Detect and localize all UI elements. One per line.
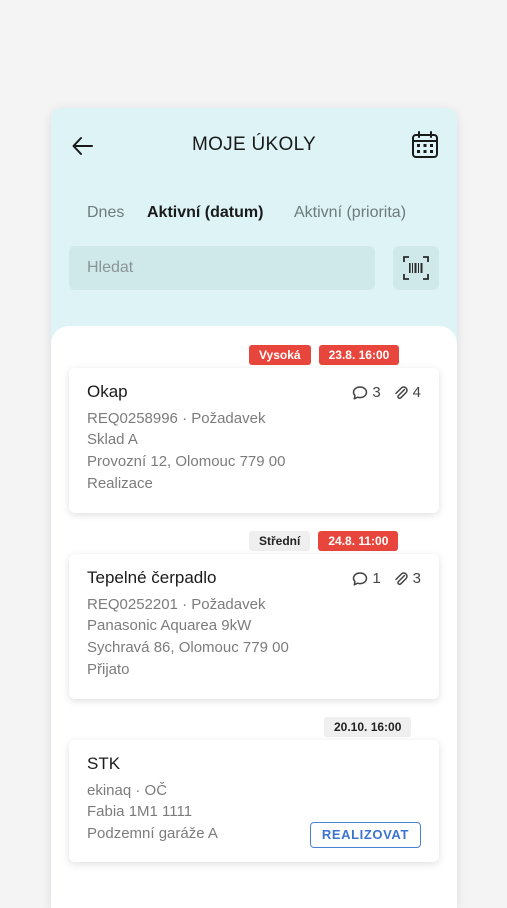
task-title: Tepelné čerpadlo	[87, 568, 217, 587]
tab-aktivni-priorita[interactable]: Aktivní (priorita)	[294, 204, 406, 222]
attachment-count: 3	[412, 570, 421, 587]
attachment-count: 4	[412, 384, 421, 401]
task-counts: 3 4	[352, 384, 421, 401]
task-badges: 20.10. 16:00	[324, 717, 412, 737]
paperclip-icon	[394, 385, 408, 399]
page-title: MOJE ÚKOLY	[191, 134, 317, 155]
task-card-tepelne-cerpadlo[interactable]: Tepelné čerpadlo 1 3 REQ0252201 · Požada…	[69, 554, 439, 699]
tab-aktivni-datum[interactable]: Aktivní (datum)	[147, 204, 263, 222]
calendar-icon	[412, 131, 438, 158]
paperclip-icon	[394, 571, 408, 585]
task-title: STK	[87, 754, 121, 773]
task-list: Vysoká 23.8. 16:00 Okap 3 4 REQ0258996 ·…	[51, 326, 457, 908]
task-detail: Panasonic Aquarea 9kW	[87, 617, 252, 634]
task-reference: REQ0258996 · Požadavek	[87, 410, 266, 427]
due-badge: 23.8. 16:00	[318, 345, 400, 365]
realizovat-button[interactable]: REALIZOVAT	[309, 822, 421, 848]
task-detail: Sklad A	[87, 431, 138, 448]
task-address: Sychravá 86, Olomouc 779 00	[87, 639, 289, 656]
priority-badge: Střední	[249, 531, 311, 551]
task-badges: Střední 24.8. 11:00	[249, 531, 399, 551]
task-reference: REQ0252201 · Požadavek	[87, 596, 266, 613]
calendar-button[interactable]	[410, 130, 440, 160]
tab-dnes[interactable]: Dnes	[87, 204, 124, 222]
task-address: Provozní 12, Olomouc 779 00	[87, 453, 286, 470]
comment-icon	[353, 571, 368, 586]
header: MOJE ÚKOLY Dnes Aktivní (datum) Aktivní …	[51, 108, 457, 358]
task-card-okap[interactable]: Okap 3 4 REQ0258996 · Požadavek Sklad A …	[69, 368, 439, 513]
scan-button[interactable]	[393, 246, 439, 290]
task-card-stk[interactable]: STK ekinaq · OČ Fabia 1M1 1111 Podzemní …	[69, 740, 439, 862]
task-address: Podzemní garáže A	[87, 825, 218, 842]
task-status: Realizace	[87, 475, 153, 492]
task-badges: Vysoká 23.8. 16:00	[249, 345, 400, 365]
task-reference: ekinaq · OČ	[87, 782, 168, 799]
due-badge: 20.10. 16:00	[324, 717, 412, 737]
task-detail: Fabia 1M1 1111	[87, 803, 193, 820]
app-screen: MOJE ÚKOLY Dnes Aktivní (datum) Aktivní …	[51, 108, 457, 908]
comment-count: 1	[372, 570, 381, 587]
comment-count: 3	[372, 384, 381, 401]
due-badge: 24.8. 11:00	[318, 531, 399, 551]
comment-icon	[353, 385, 368, 400]
search-input[interactable]	[69, 246, 375, 290]
task-status: Přijato	[87, 661, 130, 678]
barcode-scan-icon	[403, 256, 429, 280]
task-counts: 1 3	[352, 570, 421, 587]
task-title: Okap	[87, 382, 128, 401]
priority-badge: Vysoká	[249, 345, 311, 365]
